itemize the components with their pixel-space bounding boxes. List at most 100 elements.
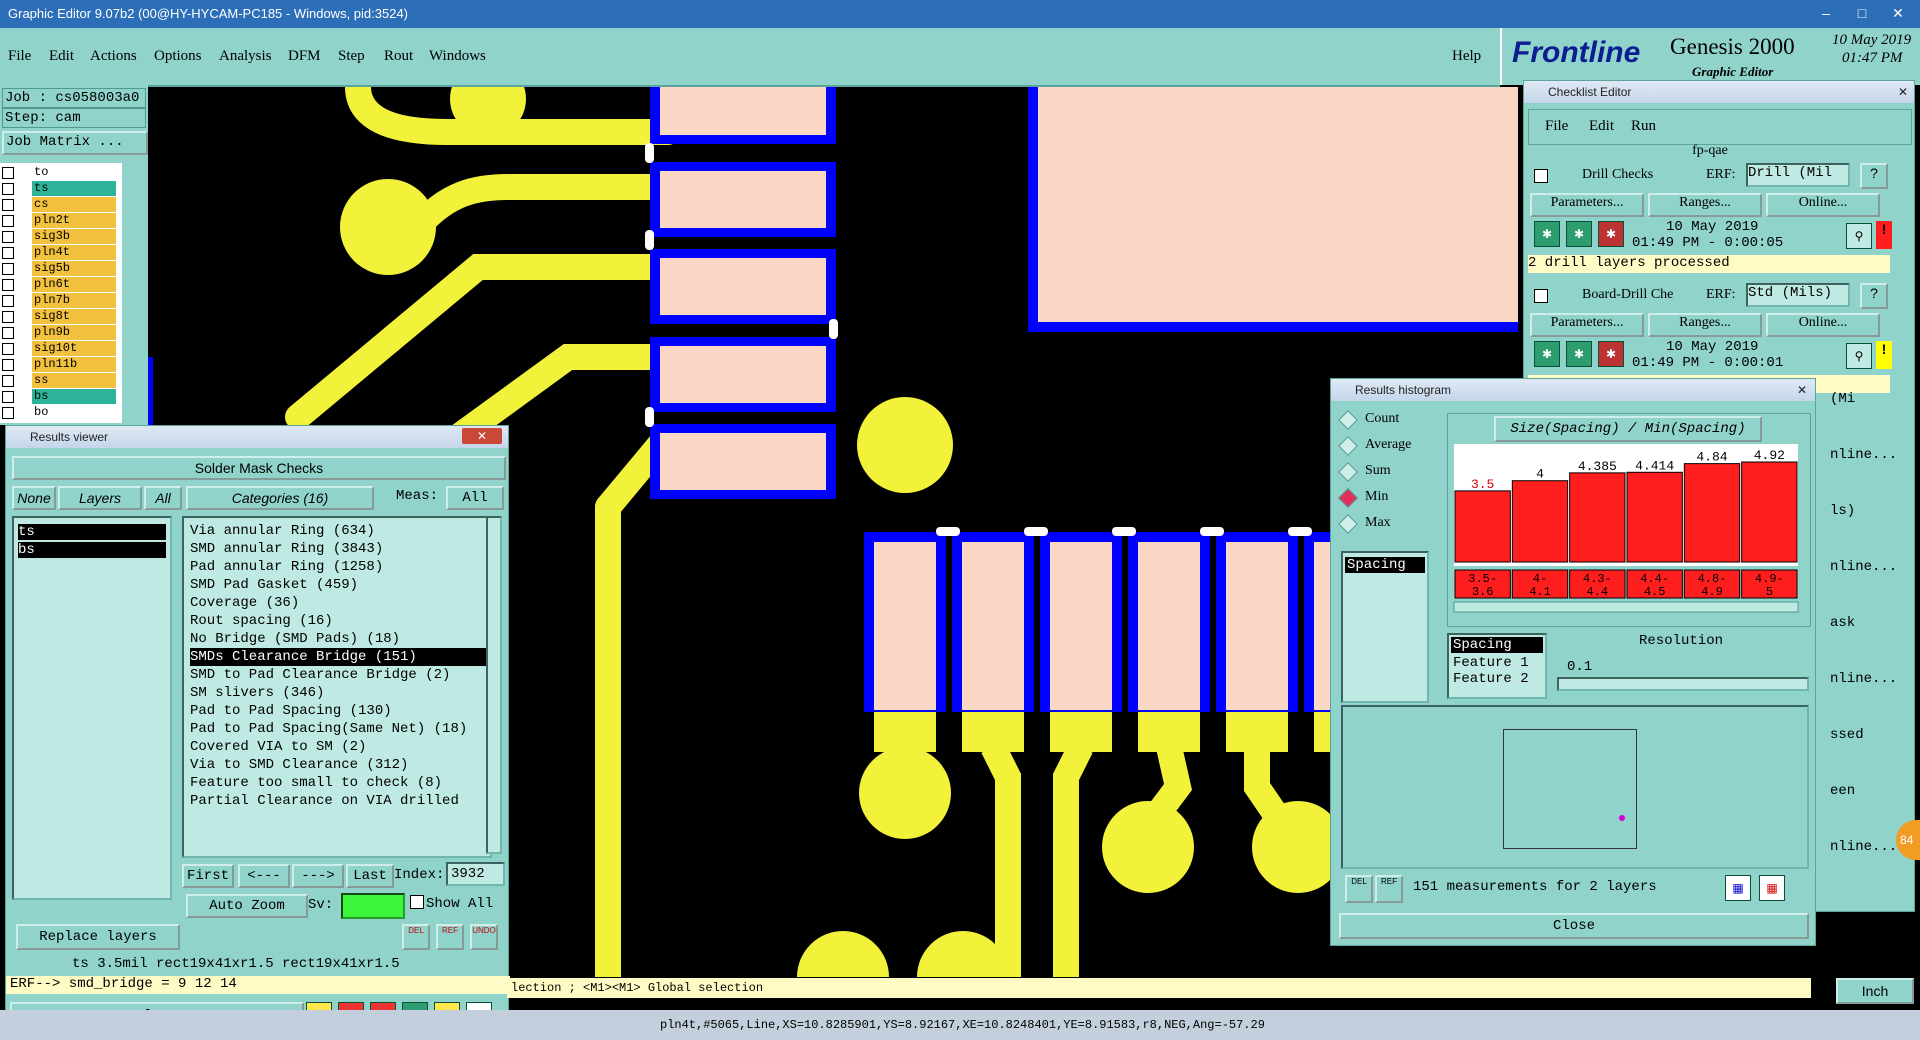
menu-dfm[interactable]: DFM <box>288 48 321 65</box>
last-button[interactable]: Last <box>346 864 394 888</box>
checklist-menu-edit[interactable]: Edit <box>1589 118 1614 135</box>
layer-row-pln9b[interactable]: pln9b <box>0 325 118 341</box>
layer-checkbox[interactable] <box>2 327 14 339</box>
layer-item-bs[interactable]: bs <box>18 542 166 558</box>
menu-file[interactable]: File <box>8 48 31 65</box>
category-item[interactable]: SMD Pad Gasket (459) <box>190 576 490 594</box>
layer-checkbox[interactable] <box>2 183 14 195</box>
histogram-chart[interactable]: 3.5 3.5-3.6 4 4-4.1 4.385 4.3-4.4 4.414 4.4-4.5… <box>1448 444 1810 624</box>
histogram-scrollbar[interactable] <box>1453 601 1799 613</box>
layer-checkbox[interactable] <box>2 167 14 179</box>
parameters-button[interactable]: Parameters... <box>1530 193 1644 217</box>
layer-row-sig5b[interactable]: sig5b <box>0 261 118 277</box>
category-item[interactable]: Coverage (36) <box>190 594 490 612</box>
ref-button[interactable]: REF <box>436 924 464 950</box>
check-enable-checkbox[interactable] <box>1534 169 1548 183</box>
unit-select[interactable]: Inch <box>1836 978 1914 1004</box>
layer-row-pln6t[interactable]: pln6t <box>0 277 118 293</box>
close-icon[interactable]: ✕ <box>1797 379 1807 401</box>
layer-row-pln11b[interactable]: pln11b <box>0 357 118 373</box>
axis-item-feature2[interactable]: Feature 2 <box>1449 671 1545 687</box>
layer-checkbox[interactable] <box>2 343 14 355</box>
layer-checkbox[interactable] <box>2 247 14 259</box>
option-radio-min[interactable] <box>1338 488 1358 508</box>
check-enable-checkbox[interactable] <box>1534 289 1548 303</box>
help-icon[interactable]: ? <box>1860 163 1888 189</box>
replace-layers-button[interactable]: Replace layers <box>16 924 180 950</box>
category-item[interactable]: Pad to Pad Spacing(Same Net) (18) <box>190 720 490 738</box>
category-item[interactable]: SMDs Clearance Bridge (151) <box>190 648 490 666</box>
run-check-icon[interactable]: ✱ <box>1534 221 1560 247</box>
category-item[interactable]: Rout spacing (16) <box>190 612 490 630</box>
stop-check-icon[interactable]: ✱ <box>1598 341 1624 367</box>
erf-input[interactable]: Std (Mils) <box>1746 283 1850 307</box>
category-item[interactable]: Covered VIA to SM (2) <box>190 738 490 756</box>
category-item[interactable]: Partial Clearance on VIA drilled <box>190 792 490 810</box>
auto-zoom-select[interactable]: Auto Zoom <box>186 894 308 918</box>
menu-analysis[interactable]: Analysis <box>219 48 272 65</box>
layer-checkbox[interactable] <box>2 311 14 323</box>
layer-row-ss[interactable]: ss <box>0 373 118 389</box>
histogram-bar[interactable] <box>1569 472 1626 563</box>
online-button[interactable]: Online... <box>1766 193 1880 217</box>
zoom-icon[interactable]: ⚲ <box>1846 343 1872 369</box>
layers-button[interactable]: Layers <box>58 486 142 510</box>
undo-button[interactable]: UNDO <box>470 924 498 950</box>
histogram-bar[interactable] <box>1454 490 1511 563</box>
run-check-icon[interactable]: ✱ <box>1534 341 1560 367</box>
resolution-value[interactable]: 0.1 <box>1567 659 1592 675</box>
histogram-bar[interactable] <box>1741 461 1798 563</box>
prev-button[interactable]: <--- <box>238 864 290 888</box>
stop-check-icon[interactable]: ✱ <box>1598 221 1624 247</box>
erf-input[interactable]: Drill (Mil <box>1746 163 1850 187</box>
ranges-button[interactable]: Ranges... <box>1648 313 1762 337</box>
layer-row-bo[interactable]: bo <box>0 405 118 421</box>
zoom-in-icon[interactable]: ▦ <box>1725 875 1751 901</box>
option-radio-average[interactable] <box>1338 436 1358 456</box>
layer-checkbox[interactable] <box>2 199 14 211</box>
layer-item-ts[interactable]: ts <box>18 524 166 540</box>
zoom-out-icon[interactable]: ▦ <box>1759 875 1785 901</box>
minimize-icon[interactable]: – <box>1808 2 1844 24</box>
option-radio-count[interactable] <box>1338 410 1358 430</box>
first-button[interactable]: First <box>182 864 234 888</box>
preview-ref-button[interactable]: REF <box>1375 875 1403 903</box>
all-layers-button[interactable]: All <box>144 486 182 510</box>
meas-select[interactable]: All <box>446 486 504 510</box>
parameters-button[interactable]: Parameters... <box>1530 313 1644 337</box>
close-icon[interactable]: ✕ <box>1898 81 1908 103</box>
layer-row-sig3b[interactable]: sig3b <box>0 229 118 245</box>
layer-row-sig10t[interactable]: sig10t <box>0 341 118 357</box>
step-check-icon[interactable]: ✱ <box>1566 341 1592 367</box>
show-all-checkbox[interactable] <box>410 895 424 909</box>
maximize-icon[interactable]: □ <box>1844 2 1880 24</box>
layer-checkbox[interactable] <box>2 295 14 307</box>
categories-scrollbar[interactable] <box>486 516 502 854</box>
axis-item-spacing[interactable]: Spacing <box>1451 637 1543 653</box>
menu-windows[interactable]: Windows <box>429 48 486 65</box>
layer-checkbox[interactable] <box>2 407 14 419</box>
category-item[interactable]: Via annular Ring (634) <box>190 522 490 540</box>
category-item[interactable]: SMD to Pad Clearance Bridge (2) <box>190 666 490 684</box>
menu-rout[interactable]: Rout <box>384 48 413 65</box>
sv-color-select[interactable] <box>341 893 405 919</box>
option-radio-max[interactable] <box>1338 514 1358 534</box>
option-radio-sum[interactable] <box>1338 462 1358 482</box>
resolution-slider[interactable] <box>1557 677 1809 691</box>
layer-checkbox[interactable] <box>2 359 14 371</box>
category-item[interactable]: SMD annular Ring (3843) <box>190 540 490 558</box>
next-button[interactable]: ---> <box>292 864 344 888</box>
ranges-button[interactable]: Ranges... <box>1648 193 1762 217</box>
close-icon[interactable]: ✕ <box>1880 2 1916 24</box>
layer-checkbox[interactable] <box>2 391 14 403</box>
layer-checkbox[interactable] <box>2 263 14 275</box>
layer-checkbox[interactable] <box>2 279 14 291</box>
axis-item-feature1[interactable]: Feature 1 <box>1449 655 1545 671</box>
layer-row-to[interactable]: to <box>0 165 118 181</box>
category-item[interactable]: No Bridge (SMD Pads) (18) <box>190 630 490 648</box>
categories-label[interactable]: Categories (16) <box>186 486 374 510</box>
layer-row-pln2t[interactable]: pln2t <box>0 213 118 229</box>
menu-actions[interactable]: Actions <box>90 48 137 65</box>
menu-edit[interactable]: Edit <box>49 48 74 65</box>
preview-del-button[interactable]: DEL <box>1345 875 1373 903</box>
